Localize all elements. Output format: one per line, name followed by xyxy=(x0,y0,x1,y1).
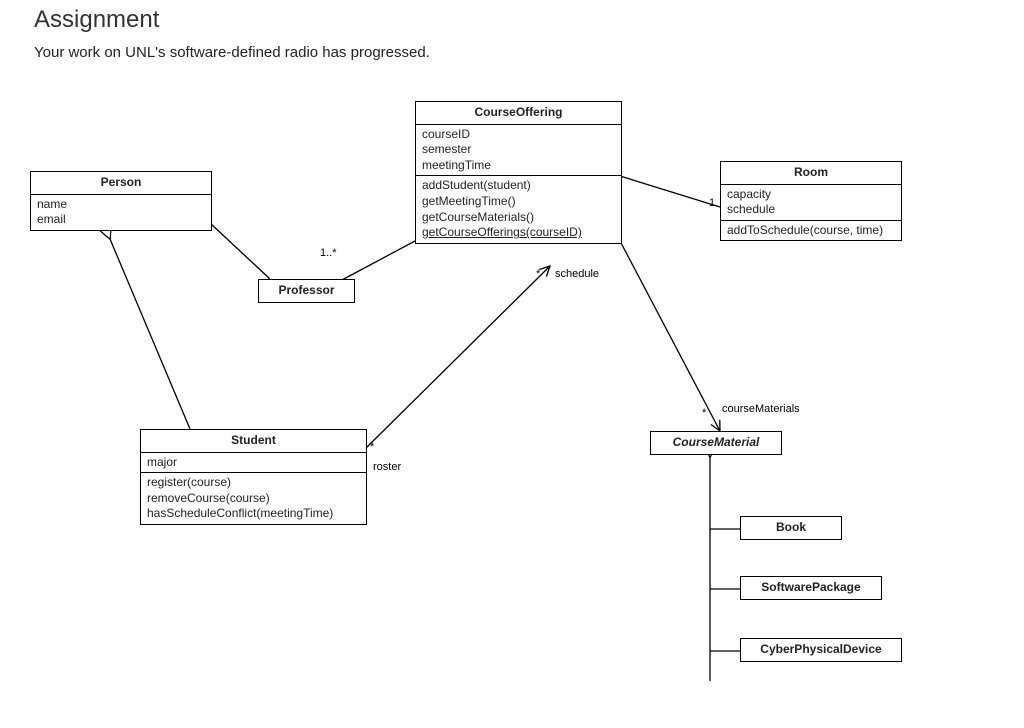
class-name: CyberPhysicalDevice xyxy=(741,639,901,661)
op-static: getCourseOfferings(courseID) xyxy=(422,225,615,241)
op: addStudent(student) xyxy=(422,178,615,194)
class-book: Book xyxy=(740,516,842,540)
page-title: Assignment xyxy=(34,6,1024,34)
attr: major xyxy=(147,455,360,471)
attr: courseID xyxy=(422,127,615,143)
class-name: CourseMaterial xyxy=(651,432,781,454)
class-course-offering: CourseOffering courseID semester meeting… xyxy=(415,101,622,244)
class-name: Book xyxy=(741,517,841,539)
label-roster: roster xyxy=(373,461,401,473)
class-name: Person xyxy=(31,172,211,195)
op: getMeetingTime() xyxy=(422,194,615,210)
class-room: Room capacity schedule addToSchedule(cou… xyxy=(720,161,902,241)
label-course-materials: courseMaterials xyxy=(722,403,800,415)
class-name: CourseOffering xyxy=(416,102,621,125)
attr: capacity xyxy=(727,187,895,203)
class-software-package: SoftwarePackage xyxy=(740,576,882,600)
op: getCourseMaterials() xyxy=(422,210,615,226)
mult-schedule: * xyxy=(536,268,540,280)
class-name: Professor xyxy=(259,280,354,302)
op: register(course) xyxy=(147,475,360,491)
class-professor: Professor xyxy=(258,279,355,303)
class-name: Student xyxy=(141,430,366,453)
class-name: SoftwarePackage xyxy=(741,577,881,599)
class-course-material: CourseMaterial xyxy=(650,431,782,455)
mult-professor: 1..* xyxy=(320,247,337,259)
attr: meetingTime xyxy=(422,158,615,174)
attr: email xyxy=(37,212,205,228)
mult-room: 1 xyxy=(709,197,715,209)
attr: semester xyxy=(422,142,615,158)
class-name: Room xyxy=(721,162,901,185)
class-cyber-physical-device: CyberPhysicalDevice xyxy=(740,638,902,662)
class-student: Student major register(course) removeCou… xyxy=(140,429,367,525)
mult-roster: * xyxy=(370,441,374,453)
label-schedule: schedule xyxy=(555,268,599,280)
intro-text: Your work on UNL's software-defined radi… xyxy=(34,44,1024,61)
class-person: Person name email xyxy=(30,171,212,231)
op: removeCourse(course) xyxy=(147,491,360,507)
op: addToSchedule(course, time) xyxy=(727,223,895,239)
mult-course-materials: * xyxy=(702,407,706,419)
attr: schedule xyxy=(727,202,895,218)
attr: name xyxy=(37,197,205,213)
op: hasScheduleConflict(meetingTime) xyxy=(147,506,360,522)
uml-canvas: Person name email Professor Student majo… xyxy=(0,61,1024,701)
